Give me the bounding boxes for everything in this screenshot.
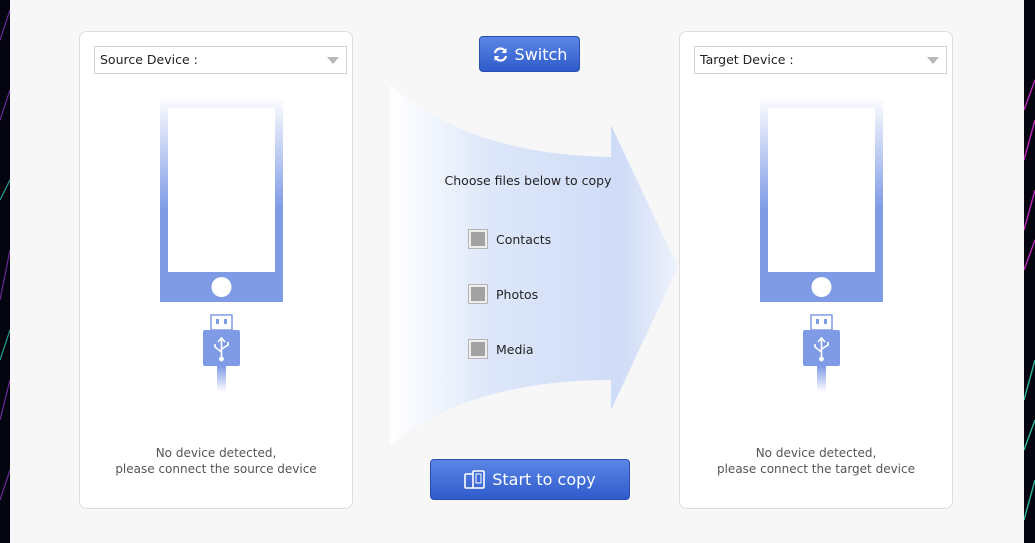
target-device-select-label: Target Device : <box>700 52 794 67</box>
target-status-line2: please connect the target device <box>716 462 915 476</box>
devices-icon <box>464 469 486 490</box>
contacts-label: Contacts <box>496 231 552 247</box>
target-device-select[interactable]: Target Device : <box>694 46 947 74</box>
option-media[interactable]: Media <box>468 339 534 359</box>
phone-placeholder-icon <box>760 96 883 392</box>
target-device-panel: Target Device : No device detected, plea… <box>679 31 953 509</box>
switch-button-label: Switch <box>514 44 568 64</box>
chevron-down-icon <box>927 57 939 64</box>
switch-button[interactable]: Switch <box>479 36 580 72</box>
source-status-line2: please connect the source device <box>115 462 317 476</box>
source-device-select[interactable]: Source Device : <box>94 46 347 74</box>
media-label: Media <box>496 341 534 357</box>
option-contacts[interactable]: Contacts <box>468 229 552 249</box>
transfer-direction-arrow <box>390 85 678 445</box>
refresh-icon <box>492 46 509 63</box>
choose-files-instruction: Choose files below to copy <box>444 173 612 188</box>
source-device-panel: Source Device : No device detected, plea… <box>79 31 353 509</box>
start-copy-label: Start to copy <box>492 470 596 489</box>
wallpaper-right-edge <box>1024 0 1035 543</box>
chevron-down-icon <box>327 57 339 64</box>
option-photos[interactable]: Photos <box>468 284 539 304</box>
photos-label: Photos <box>496 286 539 302</box>
wallpaper-left-edge <box>0 0 10 543</box>
contacts-checkbox[interactable] <box>468 229 488 249</box>
start-copy-button[interactable]: Start to copy <box>430 459 630 500</box>
media-checkbox[interactable] <box>468 339 488 359</box>
phone-transfer-window: Source Device : No device detected, plea… <box>10 0 1024 543</box>
source-device-select-label: Source Device : <box>100 52 198 67</box>
source-status-line1: No device detected, <box>155 446 277 460</box>
target-status-line1: No device detected, <box>755 446 877 460</box>
photos-checkbox[interactable] <box>468 284 488 304</box>
phone-placeholder-icon <box>160 96 283 392</box>
